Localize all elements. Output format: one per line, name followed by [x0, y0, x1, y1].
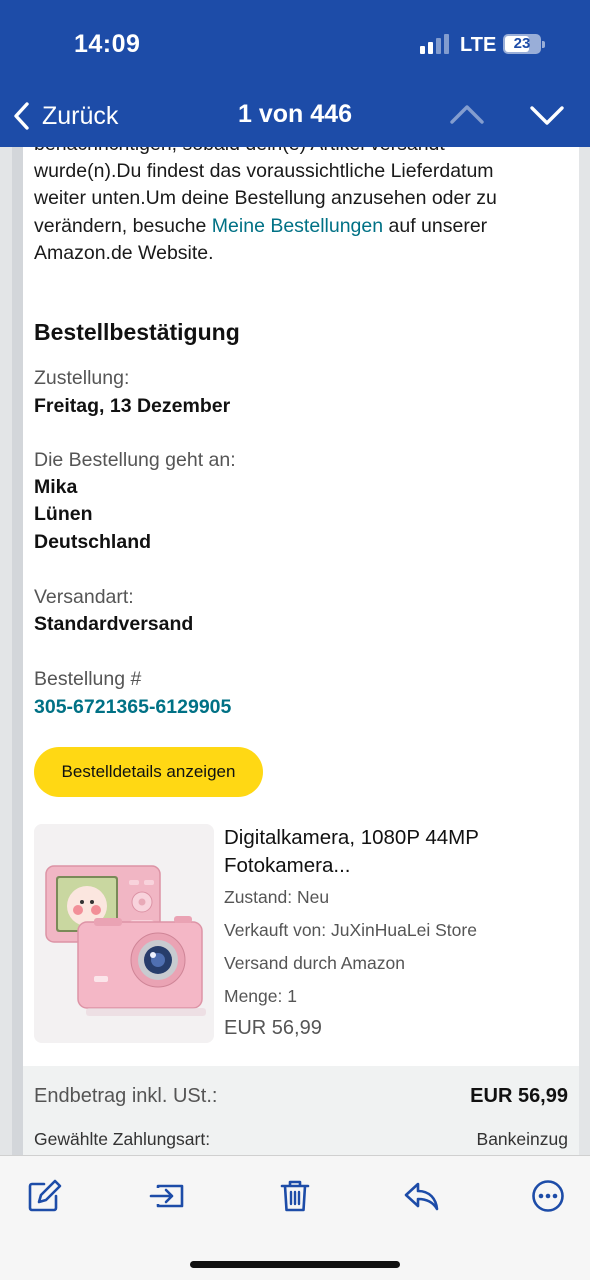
order-details-button[interactable]: Bestelldetails anzeigen — [34, 747, 263, 797]
compose-button[interactable] — [24, 1176, 64, 1216]
product-title-link[interactable]: Digitalkamera, 1080P 44MP Fotokamera... — [224, 824, 544, 879]
intro-text: benachrichtigen, sobald dein(e) Artikel … — [34, 147, 569, 267]
intro-line: benachrichtigen, sobald dein(e) Artikel … — [34, 147, 569, 158]
shipping-method: Standardversand — [34, 613, 194, 635]
mail-nav-bar: Zurück 1 von 446 — [0, 88, 590, 147]
total-value: EUR 56,99 — [470, 1085, 568, 1107]
payment-method: Bankeinzug — [476, 1129, 568, 1149]
status-time: 14:09 — [74, 30, 141, 58]
move-to-folder-icon — [149, 1184, 184, 1208]
trash-icon — [280, 1180, 310, 1212]
mail-toolbar — [0, 1155, 590, 1280]
product-fulfillment: Versand durch Amazon — [224, 953, 405, 973]
intro-text-part: verändern, besuche — [34, 214, 212, 237]
order-title: Bestellbestätigung — [34, 319, 240, 345]
reply-icon — [404, 1182, 439, 1211]
payment-label: Gewählte Zahlungsart: — [34, 1129, 211, 1149]
compose-icon — [28, 1179, 62, 1212]
intro-line: weiter unten.Um deine Bestellung anzuseh… — [34, 187, 497, 210]
signal-strength-icon — [420, 34, 450, 54]
previous-message-icon[interactable] — [448, 98, 486, 132]
product-title-line: Fotokamera... — [224, 853, 351, 877]
my-orders-link[interactable]: Meine Bestellungen — [212, 215, 383, 237]
delete-button[interactable] — [275, 1176, 315, 1216]
order-number-link[interactable]: 305-6721365-6129905 — [34, 696, 231, 719]
camera-image — [34, 824, 214, 1043]
order-number-label: Bestellung # — [34, 668, 142, 690]
network-type: LTE — [460, 34, 497, 56]
intro-text-part: auf unserer — [383, 214, 488, 237]
back-label: Zurück — [42, 101, 119, 130]
more-button[interactable] — [528, 1176, 568, 1216]
product-price: EUR 56,99 — [224, 1017, 322, 1039]
back-button[interactable]: Zurück — [10, 98, 118, 134]
home-indicator — [190, 1261, 400, 1268]
product-title-line: Digitalkamera, 1080P 44MP — [224, 826, 479, 849]
reply-button[interactable] — [402, 1176, 442, 1216]
shipping-label: Versandart: — [34, 586, 134, 608]
recipient-label: Die Bestellung geht an: — [34, 449, 236, 471]
delivery-label: Zustellung: — [34, 367, 130, 389]
intro-line: wurde(n).Du findest das voraussichtliche… — [34, 160, 494, 183]
order-confirmation-card: Bestellbestätigung Zustellung: Freitag, … — [23, 301, 579, 1155]
more-icon — [532, 1180, 564, 1212]
battery-level: 23 — [513, 35, 531, 52]
product-seller: Verkauft von: JuXinHuaLei Store — [224, 920, 477, 940]
delivery-date: Freitag, 13 Dezember — [34, 395, 231, 417]
recipient-country: Deutschland — [34, 531, 152, 553]
chevron-left-icon — [14, 102, 29, 130]
move-button[interactable] — [148, 1176, 188, 1216]
recipient-city: Lünen — [34, 503, 93, 525]
email-body[interactable]: benachrichtigen, sobald dein(e) Artikel … — [0, 147, 590, 1155]
product-condition: Zustand: Neu — [224, 887, 330, 907]
order-totals: Endbetrag inkl. USt.: EUR 56,99 Gewählte… — [23, 1066, 579, 1155]
recipient-name: Mika — [34, 476, 78, 498]
total-label: Endbetrag inkl. USt.: — [34, 1085, 218, 1107]
intro-line: Amazon.de Website. — [34, 241, 214, 264]
product-image[interactable] — [34, 824, 214, 1043]
intro-line: verändern, besuche Meine Bestellungen au… — [34, 213, 569, 240]
next-message-icon[interactable] — [528, 98, 566, 132]
status-bar: 14:09 LTE 23 — [0, 0, 590, 88]
product-quantity: Menge: 1 — [224, 986, 297, 1006]
battery-icon: 23 — [503, 34, 545, 54]
